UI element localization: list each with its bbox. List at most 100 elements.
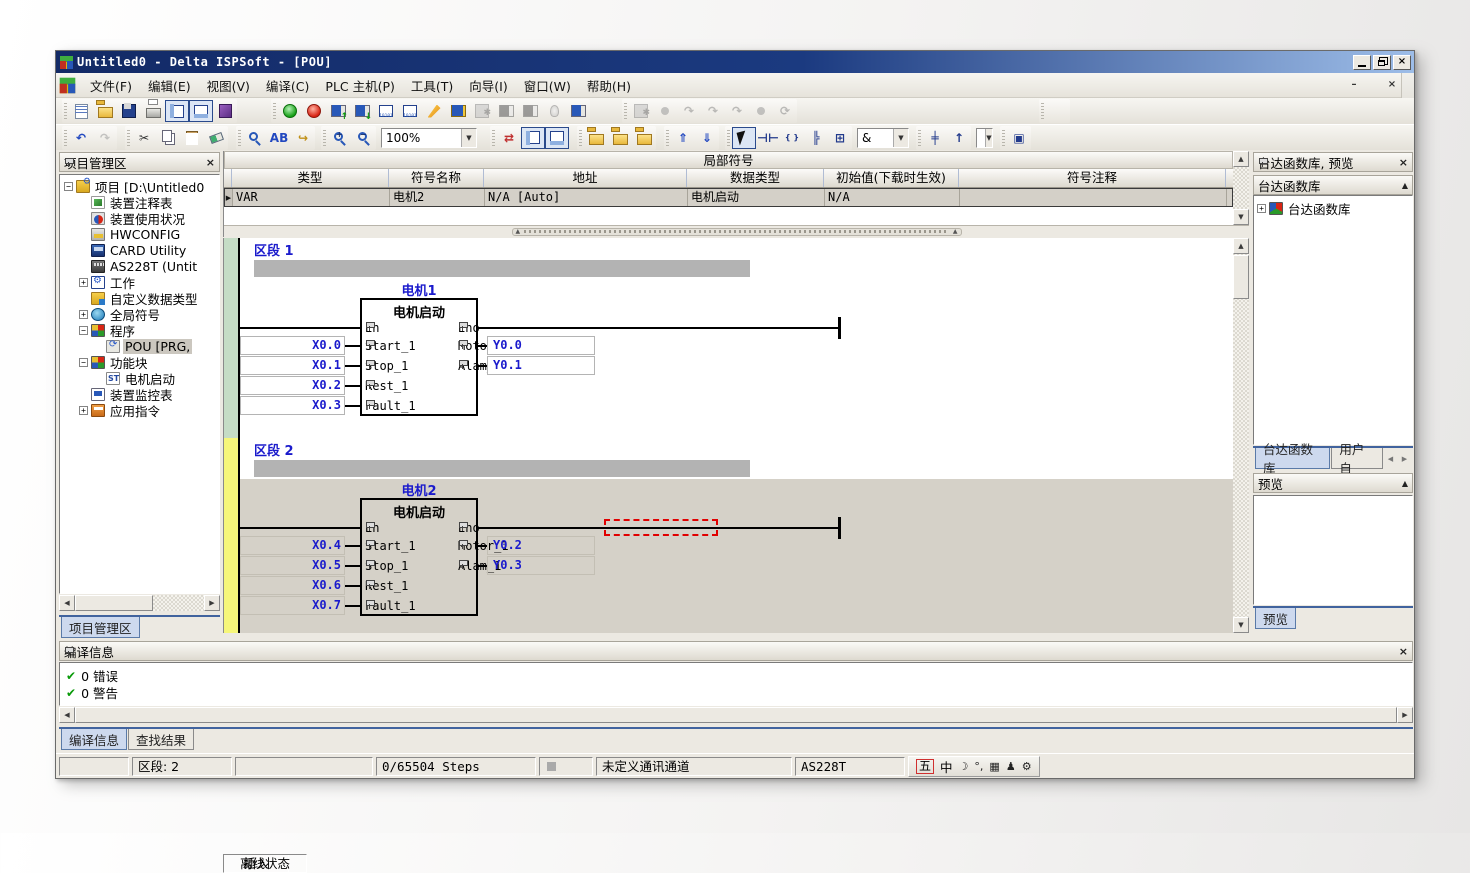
symbol-table-vscrollbar[interactable]: ▲ ▼	[1233, 151, 1249, 225]
output-operand[interactable]: Y0.0	[487, 336, 595, 355]
output-operand[interactable]: Y0.1	[487, 356, 595, 375]
minimize-button[interactable]	[1353, 55, 1371, 70]
start-simulator-button[interactable]	[278, 100, 302, 122]
symbol-cell-3[interactable]: 电机启动	[688, 189, 825, 206]
collapse-icon[interactable]: ▲	[1402, 181, 1408, 190]
symbol-cell-4[interactable]: N/A	[825, 189, 960, 206]
tree-item-2[interactable]: 装置使用状况	[62, 210, 219, 226]
chevron-down-icon[interactable]: ▼	[893, 129, 908, 147]
expander-icon[interactable]: +	[79, 278, 88, 287]
scroll-up-icon[interactable]: ▲	[1233, 151, 1249, 167]
goto-button[interactable]: ↪	[291, 127, 315, 149]
select-tool-button[interactable]	[732, 127, 756, 149]
mdi-close-button[interactable]: ×	[1384, 78, 1400, 92]
zoom-in-button[interactable]: +	[328, 127, 352, 149]
scroll-left-icon[interactable]: ◀	[59, 707, 75, 723]
erase-button[interactable]	[204, 127, 228, 149]
expander-icon[interactable]: +	[79, 406, 88, 415]
menu-item-8[interactable]: 帮助(H)	[579, 73, 639, 98]
mdi-restore-button[interactable]	[1365, 78, 1381, 92]
expander-icon[interactable]: −	[79, 326, 88, 335]
compile-hscrollbar[interactable]: ◀ ▶	[59, 707, 1413, 723]
menu-item-6[interactable]: 向导(I)	[461, 73, 515, 98]
save-button[interactable]	[117, 100, 141, 122]
scroll-right-icon[interactable]: ▶	[1397, 707, 1413, 723]
fb-type-combo[interactable]: &▼	[857, 128, 909, 148]
close-panel-icon[interactable]: ×	[206, 157, 215, 168]
vertical-line-tool-button[interactable]: ╪	[923, 127, 947, 149]
close-panel-icon[interactable]: ×	[1399, 157, 1408, 168]
move-section-down-button[interactable]: ⇓	[695, 127, 719, 149]
comment-panel-button[interactable]	[545, 127, 569, 149]
scroll-up-icon[interactable]: ▲	[1233, 238, 1249, 254]
tree-item-4[interactable]: CARD Utility	[62, 242, 219, 258]
tab-user-library[interactable]: 用户自	[1331, 448, 1383, 469]
menu-item-7[interactable]: 窗口(W)	[516, 73, 579, 98]
upload-program-button[interactable]: ↑	[326, 100, 350, 122]
move-section-up-button[interactable]: ⇑	[671, 127, 695, 149]
input-operand[interactable]: X0.4	[240, 536, 345, 555]
tab-scroll-right-icon[interactable]: ▶	[1398, 451, 1411, 466]
input-operand[interactable]: X0.0	[240, 336, 345, 355]
scroll-down-icon[interactable]: ▼	[1233, 617, 1249, 633]
menu-item-5[interactable]: 工具(T)	[403, 73, 461, 98]
input-operand[interactable]: X0.2	[240, 376, 345, 395]
download-program-button[interactable]: ↓	[350, 100, 374, 122]
tab-project-manager[interactable]: 项目管理区	[61, 617, 140, 638]
tree-item-9[interactable]: −程序	[62, 322, 219, 338]
tab-find-result[interactable]: 查找结果	[128, 729, 194, 750]
scroll-down-icon[interactable]: ▼	[1233, 209, 1249, 225]
replace-button[interactable]: AB	[267, 127, 291, 149]
editor-vscrollbar[interactable]: ▲ ▼	[1233, 238, 1249, 633]
library-group-header[interactable]: 台达函数库 ▲	[1253, 175, 1413, 195]
network-1[interactable]: 区段 1电机1电机启动EnEnoStart_1Stop_1Rest_1Fault…	[224, 238, 1233, 438]
pin-icon[interactable]	[1258, 158, 1267, 167]
print-button[interactable]	[141, 100, 165, 122]
input-operand[interactable]: X0.1	[240, 356, 345, 375]
device-monitor-button[interactable]	[566, 100, 590, 122]
restore-button[interactable]	[1373, 55, 1391, 70]
table-editor-splitter[interactable]: ▲▲	[224, 225, 1249, 237]
tab-compile-message[interactable]: 编译信息	[61, 729, 127, 750]
ime-softkeyboard-icon[interactable]: ▦	[989, 760, 999, 773]
input-operand[interactable]: X0.7	[240, 596, 345, 615]
expander-icon[interactable]: +	[79, 310, 88, 319]
ime-fullhalf-icon[interactable]: ☽	[959, 760, 969, 773]
rising-tool-button[interactable]: ↑	[947, 127, 971, 149]
tab-delta-library[interactable]: 台达函数库	[1255, 448, 1330, 469]
tree-item-5[interactable]: AS228T (Untit	[62, 258, 219, 274]
coil-tool-button[interactable]: { }	[780, 127, 804, 149]
function-block[interactable]: 电机启动EnEnoStart_1Stop_1Rest_1Fault_1Motor…	[360, 498, 478, 616]
tree-item-8[interactable]: +全局符号	[62, 306, 219, 322]
close-button[interactable]: ×	[1393, 55, 1411, 70]
mdi-minimize-button[interactable]: –	[1346, 78, 1362, 92]
ime-input-method[interactable]: 五	[916, 759, 934, 774]
project-tree-hscrollbar[interactable]: ◀ ▶	[59, 595, 220, 611]
zoom-level-combo[interactable]: 100%▼	[381, 128, 477, 148]
menu-item-3[interactable]: 编译(C)	[258, 73, 317, 98]
cut-button[interactable]: ✂	[132, 127, 156, 149]
input-operand[interactable]: X0.6	[240, 576, 345, 595]
pin-icon[interactable]	[64, 647, 73, 656]
function-block[interactable]: 电机启动EnEnoStart_1Stop_1Rest_1Fault_1Motor…	[360, 298, 478, 416]
network-2[interactable]: 区段 2电机2电机启动EnEnoStart_1Stop_1Rest_1Fault…	[224, 438, 1233, 633]
open-file-button[interactable]	[93, 100, 117, 122]
scroll-right-icon[interactable]: ▶	[204, 595, 220, 611]
address-mode-button[interactable]: ⇄	[497, 127, 521, 149]
menu-item-1[interactable]: 编辑(E)	[140, 73, 199, 98]
scroll-left-icon[interactable]: ◀	[59, 595, 75, 611]
tree-item-14[interactable]: +应用指令	[62, 402, 219, 418]
input-operand[interactable]: X0.3	[240, 396, 345, 415]
symbol-cell-5[interactable]	[960, 189, 1227, 206]
symbol-cell-1[interactable]: 电机2	[390, 189, 485, 206]
undo-button[interactable]: ↶	[69, 127, 93, 149]
close-panel-icon[interactable]: ×	[1399, 646, 1408, 657]
ime-user-icon[interactable]: ♟	[1006, 760, 1016, 773]
section-import-button[interactable]	[608, 127, 632, 149]
edit-mode-button[interactable]	[422, 100, 446, 122]
network-tool-button[interactable]: ╠	[804, 127, 828, 149]
output-operand[interactable]: Y0.2	[487, 536, 595, 555]
download-device-button[interactable]	[398, 100, 422, 122]
edit-cursor[interactable]	[604, 519, 718, 536]
scroll-thumb[interactable]	[1233, 255, 1249, 299]
